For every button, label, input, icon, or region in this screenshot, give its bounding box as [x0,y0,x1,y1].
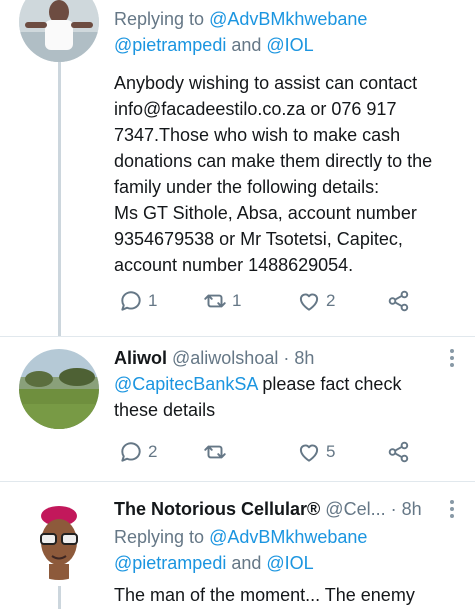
and-word: and [226,35,267,55]
tweet-header: Aliwol @aliwolshoal · 8h [114,345,461,371]
retweet-button[interactable]: 1 [202,286,241,316]
more-vertical-icon [450,500,454,504]
mention-link[interactable]: @AdvBMkhwebane [209,9,367,29]
user-handle[interactable]: @aliwolshoal [172,348,278,368]
replying-to: Replying to @AdvBMkhwebane @pietrampedi … [114,524,461,576]
tweet-body-line: 7347.Those who wish to make cash [114,125,401,145]
avatar-photo [19,349,99,429]
tweet-3[interactable]: The Notorious Cellular® @Cel... · 8h Rep… [0,482,475,609]
tweet-body: @CapitecBankSA please fact check these d… [114,371,461,423]
replying-prefix: Replying to [114,9,210,29]
avatar-photo [19,500,99,580]
display-name[interactable]: Aliwol [114,348,167,368]
avatar-photo [19,0,99,62]
mention-link[interactable]: @CapitecBankSA [114,374,257,394]
display-name[interactable]: The Notorious Cellular® [114,499,320,519]
tweet-body-line: account number 1488629054. [114,255,354,275]
more-options-button[interactable] [449,500,455,521]
share-icon [388,290,409,312]
tweet-1[interactable]: Replying to @AdvBMkhwebane @pietrampedi … [0,0,475,336]
thread-line [58,62,61,336]
reply-icon [121,442,141,462]
share-icon [388,441,409,463]
more-options-button[interactable] [449,349,455,370]
tweet-actions: 2 5 [114,437,435,467]
retweet-count: 1 [232,291,242,310]
mention-link[interactable]: @IOL [266,553,313,573]
tweet-body-line: family under the following details: [114,177,380,197]
tweet-body-line: Anybody wishing to assist can contact [114,73,418,93]
separator-dot: · [385,499,402,519]
tweet-body: The man of the moment... The enemy [114,585,415,605]
tweet-body-line: Ms GT Sithole, Absa, account number [114,203,417,223]
reply-icon [121,291,141,311]
like-button[interactable]: 5 [296,437,335,467]
avatar[interactable] [19,349,99,429]
retweet-icon [204,445,226,459]
replying-prefix: Replying to [114,527,210,547]
timestamp[interactable]: 8h [294,348,314,368]
like-count: 2 [326,291,336,310]
user-handle[interactable]: @Cel... [325,499,385,519]
tweet-actions: 1 1 2 [114,286,435,316]
share-button[interactable] [386,437,412,467]
reply-count: 2 [148,442,158,461]
reply-button[interactable]: 2 [118,437,157,467]
mention-link[interactable]: @IOL [266,35,313,55]
tweet-body-text: these details [114,400,216,420]
reply-button[interactable]: 1 [118,286,157,316]
mention-link[interactable]: @pietrampedi [114,35,226,55]
heart-icon [299,444,319,462]
retweet-button[interactable] [202,437,232,467]
tweet-body-text: please fact check [257,374,402,394]
tweet-2[interactable]: Aliwol @aliwolshoal · 8h @CapitecBankSA … [0,337,475,481]
thread-line [58,586,61,609]
tweet-body: Anybody wishing to assist can contact in… [114,70,461,278]
like-button[interactable]: 2 [296,286,335,316]
tweet-header: The Notorious Cellular® @Cel... · 8h [114,496,461,522]
avatar[interactable] [19,0,99,62]
tweet-body-line: 9354679538 or Mr Tsotetsi, Capitec, [114,229,403,249]
and-word: and [226,553,267,573]
separator-dot: · [278,348,295,368]
heart-icon [299,293,319,311]
tweet-body-line: donations can make them directly to the [114,151,433,171]
replying-to: Replying to @AdvBMkhwebane @pietrampedi … [114,6,461,58]
like-count: 5 [326,442,336,461]
more-vertical-icon [450,349,454,353]
timestamp[interactable]: 8h [402,499,422,519]
share-button[interactable] [386,286,412,316]
mention-link[interactable]: @AdvBMkhwebane [209,527,367,547]
avatar[interactable] [19,500,99,580]
mention-link[interactable]: @pietrampedi [114,553,226,573]
tweet-body-line: info@facadeestilo.co.za or 076 917 [114,99,397,119]
retweet-icon [204,294,226,308]
reply-count: 1 [148,291,158,310]
